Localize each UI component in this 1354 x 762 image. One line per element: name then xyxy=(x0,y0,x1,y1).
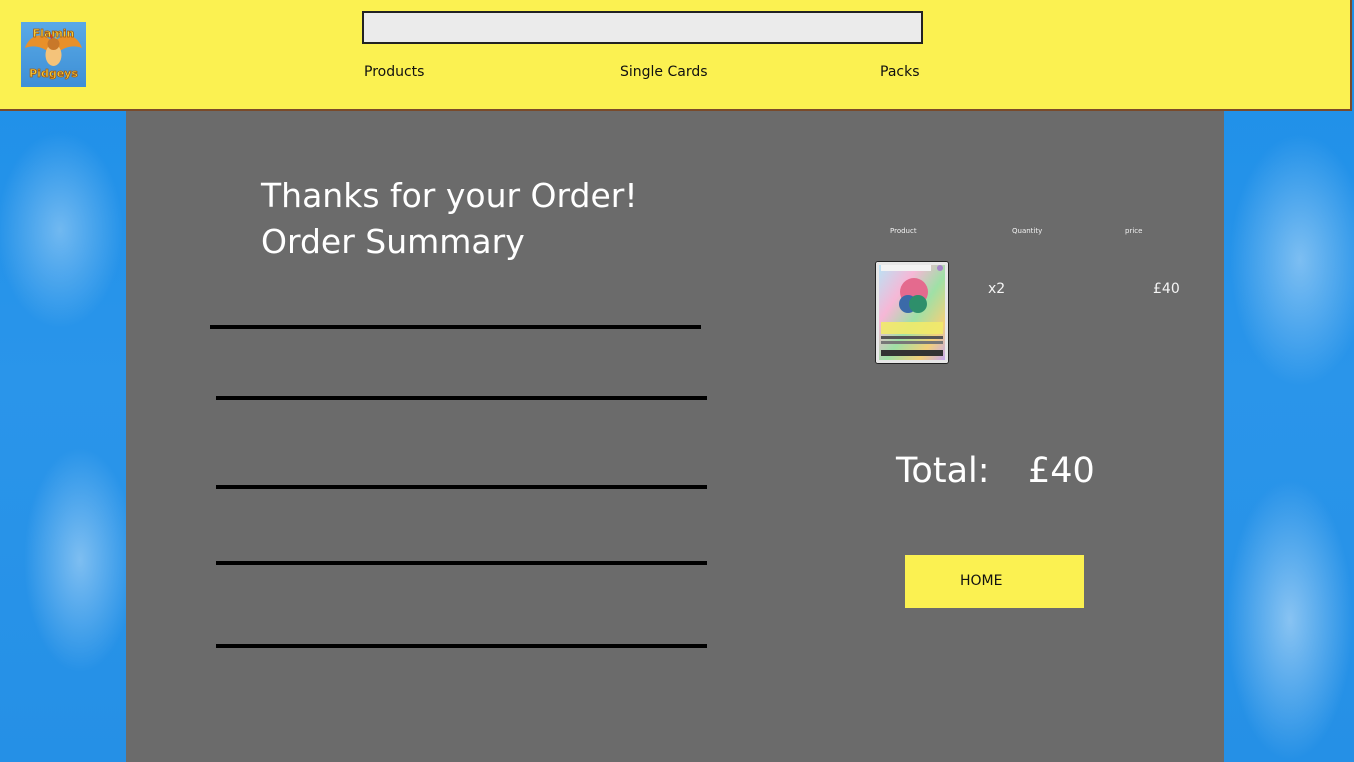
column-header-quantity: Quantity xyxy=(1012,227,1043,235)
site-header: Flamin Pidgeys Products Single Cards Pac… xyxy=(0,0,1352,111)
order-summary-panel: Thanks for your Order! Order Summary Pro… xyxy=(126,111,1224,762)
search-input[interactable] xyxy=(362,11,923,44)
nav-single-cards-link[interactable]: Single Cards xyxy=(620,64,708,80)
logo-text-top: Flamin xyxy=(33,27,75,40)
row-quantity: x2 xyxy=(988,281,1006,297)
page-title: Thanks for your Order! Order Summary xyxy=(261,173,638,265)
summary-divider-line xyxy=(216,396,707,400)
summary-divider-line xyxy=(210,325,701,329)
order-summary-heading: Order Summary xyxy=(261,222,525,261)
total-value: £40 xyxy=(1028,451,1095,491)
row-price: £40 xyxy=(1153,281,1180,297)
summary-divider-line xyxy=(216,644,707,648)
pidgey-logo-icon: Flamin Pidgeys xyxy=(25,27,82,80)
flamin-pidgeys-logo[interactable]: Flamin Pidgeys xyxy=(21,22,86,87)
column-header-price: price xyxy=(1125,227,1143,235)
summary-divider-line xyxy=(216,485,707,489)
nav-products-link[interactable]: Products xyxy=(364,64,424,80)
logo-text-bottom: Pidgeys xyxy=(29,67,78,80)
product-card-image xyxy=(875,261,949,364)
nav-packs-link[interactable]: Packs xyxy=(880,64,920,80)
thanks-heading: Thanks for your Order! xyxy=(261,176,638,215)
home-button-label: HOME xyxy=(960,573,1003,589)
total-label: Total: xyxy=(896,451,990,491)
column-header-product: Product xyxy=(890,227,917,235)
home-button[interactable]: HOME xyxy=(905,555,1084,608)
summary-divider-line xyxy=(216,561,707,565)
